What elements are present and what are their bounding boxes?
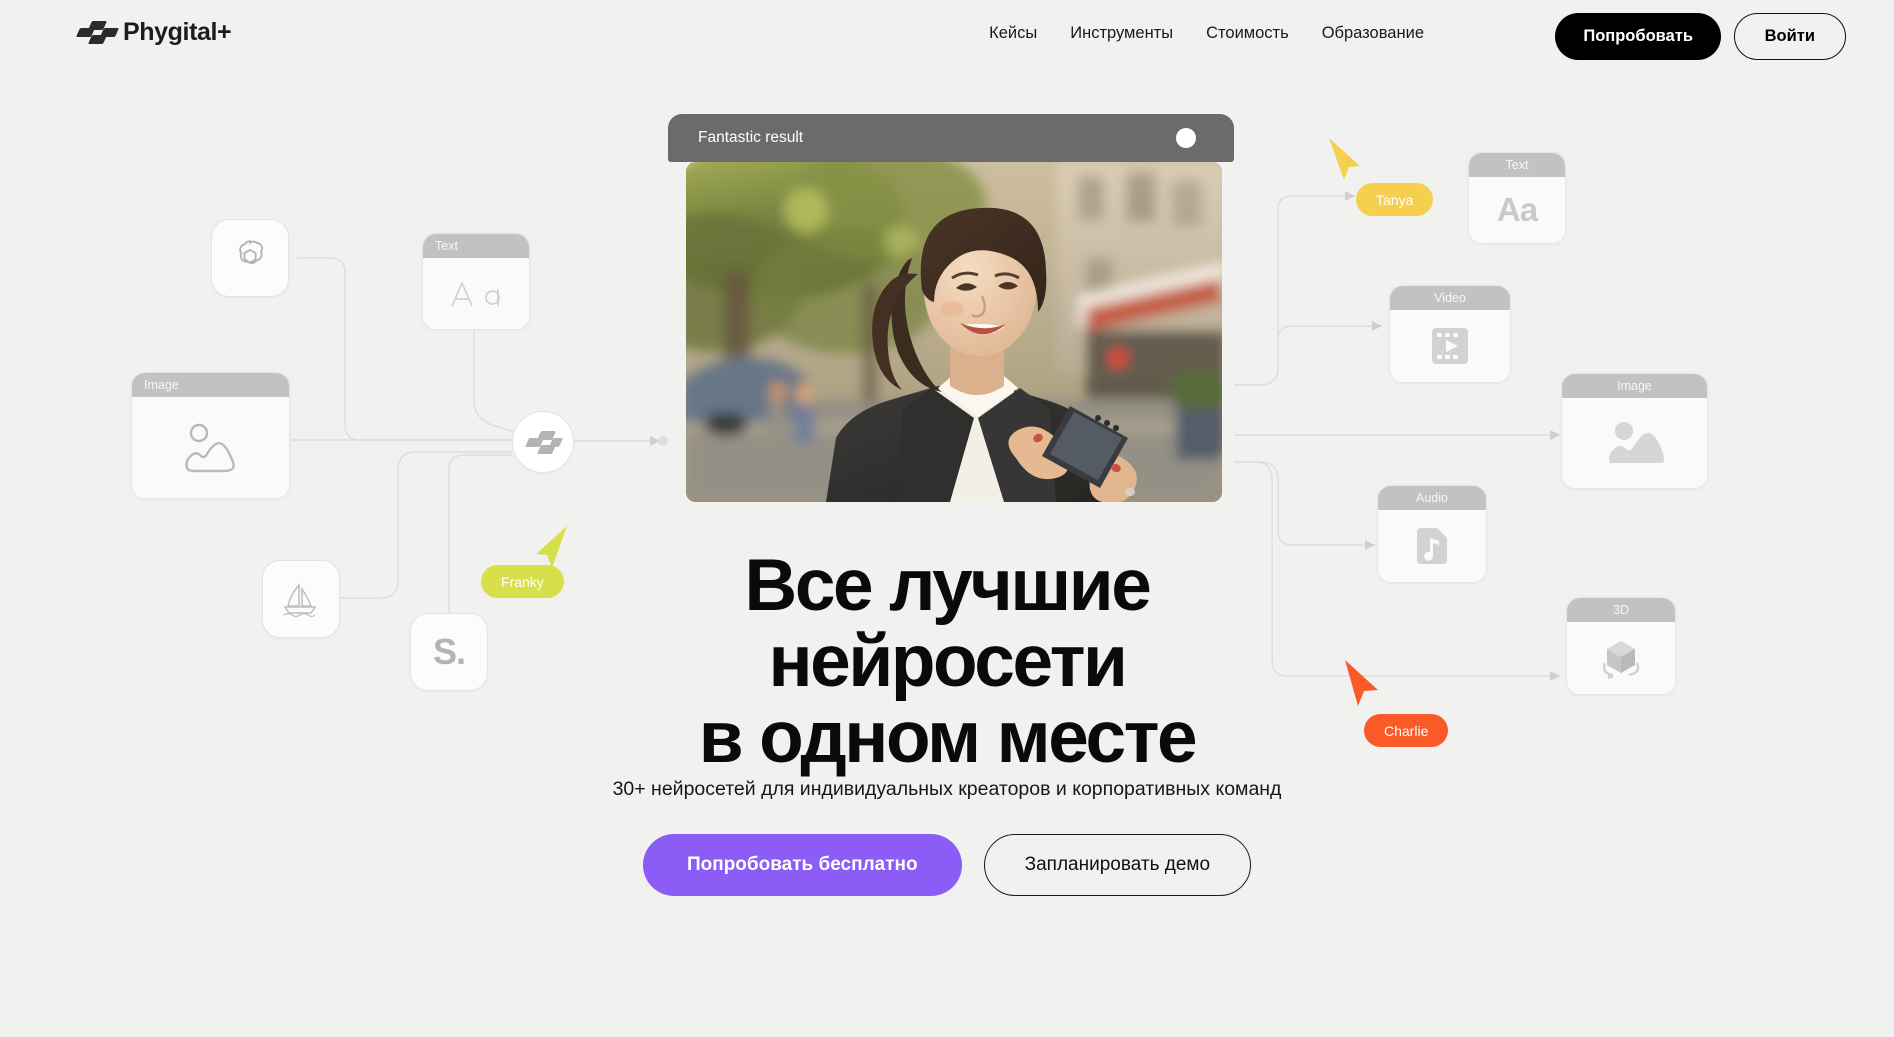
hero-window-titlebar: Fantastic result [668,114,1234,162]
site-header: Phygital+ Кейсы Инструменты Стоимость Об… [0,0,1894,72]
card-label-video: Video [1390,286,1510,310]
cursor-tanya-arrow-icon [1329,138,1360,180]
output-card-text[interactable]: Text Aa [1468,152,1566,244]
brand-logo[interactable]: Phygital+ [75,18,232,47]
card-body [423,258,529,329]
card-label-text: Text [1469,153,1565,177]
openai-logo-icon [239,240,263,265]
card-label-image: Image [1562,374,1707,398]
output-card-image[interactable]: Image [1561,373,1708,489]
nav-item-cases[interactable]: Кейсы [989,24,1037,43]
film-play-icon [1432,328,1468,364]
headline-line-3: в одном месте [698,696,1198,778]
page-subtitle: 30+ нейросетей для индивидуальных креато… [612,778,1282,800]
openai-node[interactable] [211,219,289,297]
input-card-text[interactable]: Text [422,233,530,330]
picture-filled-icon [1608,422,1664,463]
card-body: Aa [1469,177,1565,243]
nav-item-education[interactable]: Образование [1322,24,1424,43]
phygital-rhombus-logo-icon [75,20,120,45]
cta-schedule-demo-button[interactable]: Запланировать демо [983,834,1252,896]
hero-result-window: Fantastic result [668,114,1234,162]
page-headline: Все лучшие нейросети в одном месте [0,548,1894,776]
center-phygital-node[interactable] [512,411,574,473]
header-try-button[interactable]: Попробовать [1555,13,1721,60]
card-label-text: Text [423,234,529,258]
main-nav: Кейсы Инструменты Стоимость Образование [989,24,1424,43]
card-body [132,397,289,498]
picture-outline-icon [184,423,235,472]
header-login-button[interactable]: Войти [1733,13,1846,60]
input-card-image[interactable]: Image [131,372,290,499]
cta-try-free-button[interactable]: Попробовать бесплатно [642,834,962,896]
nav-item-tools[interactable]: Инструменты [1070,24,1173,43]
aa-text-icon [451,280,500,306]
brand-name: Phygital+ [123,18,232,46]
headline-line-1: Все лучшие [744,545,1152,626]
phygital-logo-icon [524,430,563,455]
record-dot-icon[interactable] [1176,128,1196,148]
aa-text-icon: Aa [1496,191,1538,228]
card-body [1562,398,1707,488]
cursor-tanya-label: Tanya [1356,183,1434,216]
nav-item-pricing[interactable]: Стоимость [1206,24,1289,43]
card-body [1390,310,1510,382]
card-label-audio: Audio [1378,486,1486,510]
headline-line-2: нейросети [768,620,1127,702]
hero-window-title: Fantastic result [698,129,804,146]
output-card-video[interactable]: Video [1389,285,1511,383]
cta-row: Попробовать бесплатно Запланировать демо [0,834,1894,896]
card-label-image: Image [132,373,289,397]
